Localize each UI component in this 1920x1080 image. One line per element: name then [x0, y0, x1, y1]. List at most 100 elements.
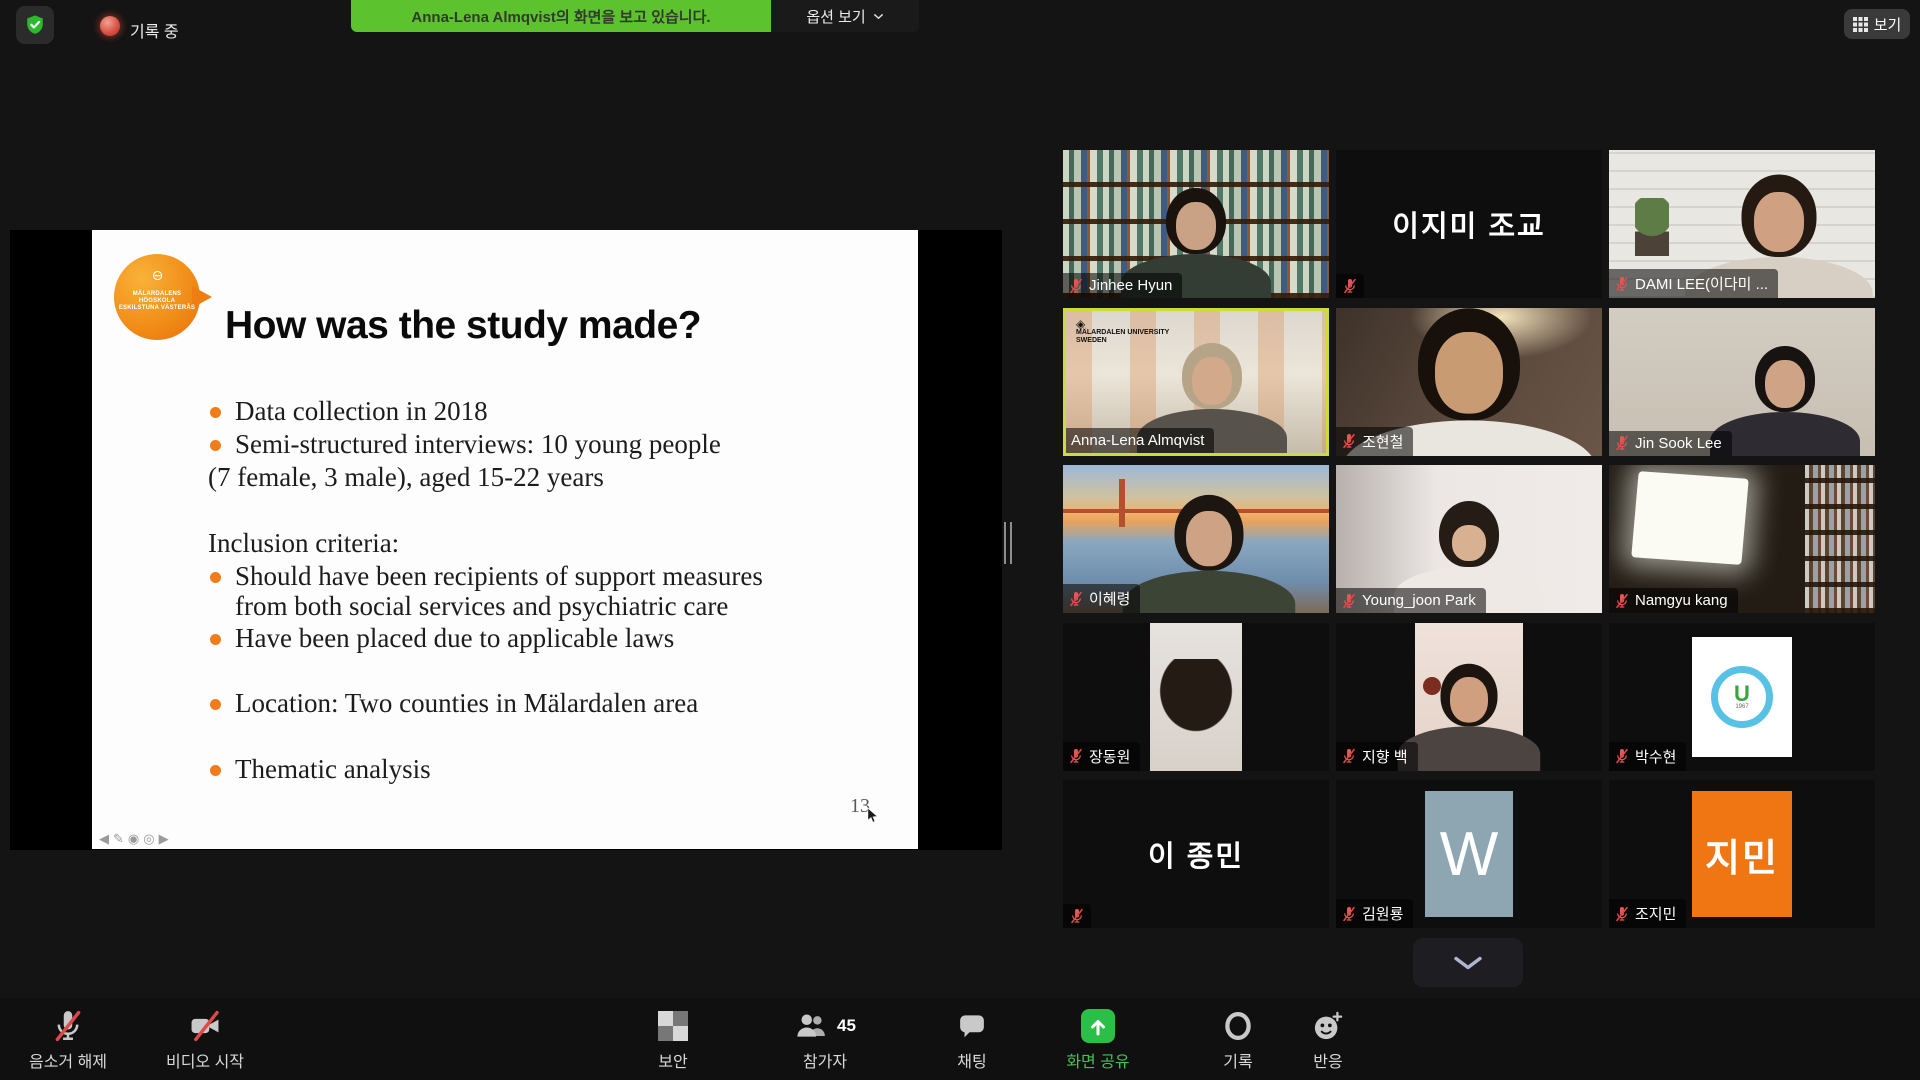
view-options-label: 옵션 보기: [806, 6, 865, 27]
participants-icon: [794, 1011, 832, 1041]
participant-tile-jin-sook-lee[interactable]: Jin Sook Lee: [1609, 308, 1875, 456]
slide-bullet: Should have been recipients of support m…: [210, 561, 763, 592]
participant-nametag: Young_joon Park: [1336, 588, 1486, 613]
avatar-initial: W: [1425, 791, 1513, 917]
view-options-button[interactable]: 옵션 보기: [771, 0, 919, 32]
grid-view-icon: [1853, 17, 1868, 32]
mic-muted-icon: [1341, 433, 1357, 449]
camera-muted-icon: [187, 1009, 223, 1043]
participant-tile-anna-lena-almqvist-speaking[interactable]: ◈ MÄLARDALEN UNIVERSITY SWEDEN Anna-Lena…: [1063, 308, 1329, 456]
university-watermark: ◈ MÄLARDALEN UNIVERSITY SWEDEN: [1076, 319, 1169, 345]
view-button[interactable]: 보기: [1844, 9, 1910, 39]
university-logo: ⊖ MÄLARDALENS HÖGSKOLA ESKILSTUNA VÄSTER…: [114, 254, 224, 344]
logo-text-line2: ESKILSTUNA VÄSTERÅS: [115, 305, 199, 312]
participant-tile-dami-lee[interactable]: DAMI LEE(이다미 ...: [1609, 150, 1875, 298]
participant-nametag: DAMI LEE(이다미 ...: [1609, 269, 1778, 298]
control-circle-icon[interactable]: ◎: [143, 831, 154, 847]
encryption-badge[interactable]: [16, 6, 54, 44]
participant-tile-장동원[interactable]: 장동원: [1063, 623, 1329, 771]
share-arrow-icon: [1086, 1014, 1110, 1038]
recording-dot-icon: [100, 16, 120, 36]
security-button[interactable]: 보안: [623, 1006, 723, 1078]
reactions-smiley-icon: [1313, 1011, 1343, 1041]
participant-nametag: 지향 백: [1336, 742, 1418, 771]
reactions-button[interactable]: 반응: [1278, 1006, 1378, 1078]
participant-nametag: [1336, 274, 1364, 298]
shared-screen-area: ⊖ MÄLARDALENS HÖGSKOLA ESKILSTUNA VÄSTER…: [10, 230, 1002, 850]
chat-button[interactable]: 채팅: [922, 1006, 1022, 1078]
participant-tile-조지민[interactable]: 지민 조지민: [1609, 780, 1875, 928]
mic-muted-icon: [1068, 748, 1084, 764]
participant-nametag: 조현철: [1336, 427, 1413, 456]
meeting-toolbar: 음소거 해제 비디오 시작 보안 45 참가자 채팅 화면 공유: [0, 998, 1920, 1080]
participant-nametag: 이혜령: [1063, 584, 1140, 613]
view-button-label: 보기: [1874, 14, 1902, 35]
ceiling-light: [1631, 471, 1749, 565]
participant-tile-이지미조교[interactable]: 이지미 조교: [1336, 150, 1602, 298]
control-circle-icon[interactable]: ◉: [128, 831, 139, 847]
participant-tile-지향백[interactable]: 지향 백: [1336, 623, 1602, 771]
participant-nametag: Jin Sook Lee: [1609, 431, 1732, 456]
participant-video: [1117, 493, 1301, 613]
slide-text: from both social services and psychiatri…: [235, 591, 728, 622]
participant-tile-namgyu-kang[interactable]: Namgyu kang: [1609, 465, 1875, 613]
participant-display-name: 이지미 조교: [1336, 150, 1602, 298]
chevron-down-icon: [1453, 956, 1483, 970]
participant-nametag: 조지민: [1609, 899, 1686, 928]
screen-watch-banner: Anna-Lena Almqvist의 화면을 보고 있습니다.: [351, 0, 771, 32]
prev-slide-icon[interactable]: ◀: [99, 831, 109, 847]
mic-muted-icon: [1341, 748, 1357, 764]
participant-count: 45: [837, 1016, 856, 1036]
chevron-down-icon: [873, 13, 884, 20]
participant-tile-조현철[interactable]: 조현철: [1336, 308, 1602, 456]
mic-muted-icon: [1068, 591, 1084, 607]
mic-muted-icon: [1614, 906, 1630, 922]
participant-tile-박수현[interactable]: U 1967 박수현: [1609, 623, 1875, 771]
chat-icon: [957, 1011, 987, 1041]
shield-icon: [658, 1011, 688, 1041]
presentation-slide: ⊖ MÄLARDALENS HÖGSKOLA ESKILSTUNA VÄSTER…: [92, 230, 918, 849]
mouse-cursor-icon: [865, 807, 880, 824]
participant-display-name: 이 종민: [1063, 780, 1329, 928]
slide-bullet: Thematic analysis: [210, 754, 431, 785]
mic-muted-icon: [1341, 593, 1357, 609]
plant: [1635, 198, 1669, 256]
record-button[interactable]: 기록: [1188, 1006, 1288, 1078]
mic-muted-icon: [1614, 435, 1630, 451]
share-screen-button[interactable]: 화면 공유: [1048, 1006, 1148, 1078]
logo-text-line1: MÄLARDALENS HÖGSKOLA: [115, 291, 199, 305]
mic-muted-icon: [1068, 278, 1084, 294]
bookshelf: [1805, 465, 1875, 613]
participant-tile-young-joon-park[interactable]: Young_joon Park: [1336, 465, 1602, 613]
collapse-gallery-button[interactable]: [1413, 938, 1523, 987]
participant-tile-이종민[interactable]: 이 종민: [1063, 780, 1329, 928]
zoom-meeting-window: 기록 중 Anna-Lena Almqvist의 화면을 보고 있습니다. 옵션…: [0, 0, 1920, 1080]
logo-emblem-icon: ⊖: [150, 268, 165, 283]
participant-grid: Jinhee Hyun 이지미 조교 DAMI LEE(이다미 ... ◈ MÄ…: [1063, 150, 1875, 928]
next-slide-icon[interactable]: ▶: [159, 831, 169, 847]
shield-check-icon: [24, 14, 46, 36]
start-video-button[interactable]: 비디오 시작: [148, 1006, 262, 1078]
participant-tile-이혜령[interactable]: 이혜령: [1063, 465, 1329, 613]
participant-nametag: 박수현: [1609, 742, 1686, 771]
pen-tool-icon[interactable]: ✎: [113, 831, 124, 847]
mic-muted-icon: [1069, 908, 1085, 924]
participant-nametag: Anna-Lena Almqvist: [1066, 428, 1214, 453]
slide-title: How was the study made?: [225, 304, 701, 348]
record-icon: [1223, 1010, 1253, 1042]
slide-bullet: Data collection in 2018: [210, 396, 488, 427]
slide-text: (7 female, 3 male), aged 15-22 years: [208, 462, 604, 493]
participant-tile-김원룡[interactable]: W 김원룡: [1336, 780, 1602, 928]
avatar-name-card: 지민: [1692, 791, 1792, 917]
participant-video: [1150, 623, 1242, 771]
mic-muted-icon: [1614, 276, 1630, 292]
mic-muted-icon: [1614, 748, 1630, 764]
participant-nametag: 장동원: [1063, 742, 1140, 771]
participant-tile-jinhee-hyun[interactable]: Jinhee Hyun: [1063, 150, 1329, 298]
participant-nametag: Namgyu kang: [1609, 588, 1738, 613]
slide-heading: Inclusion criteria:: [208, 528, 399, 559]
participants-button[interactable]: 45 참가자: [762, 1006, 888, 1078]
association-logo: U 1967: [1692, 637, 1792, 757]
unmute-button[interactable]: 음소거 해제: [10, 1006, 126, 1078]
panel-resize-handle[interactable]: [1004, 522, 1012, 564]
